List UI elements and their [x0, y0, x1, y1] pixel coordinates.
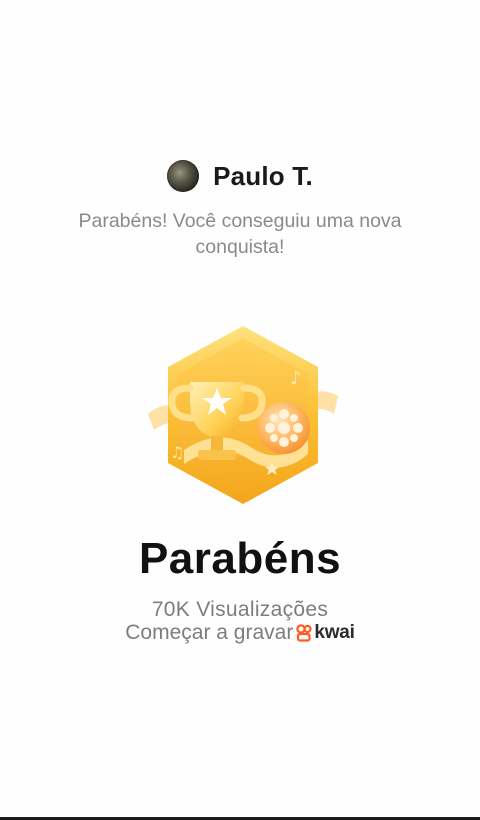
headline: Parabéns	[138, 534, 342, 583]
congrats-message: Parabéns! Você conseguiu uma nova conqui…	[78, 210, 402, 258]
kwai-mark-icon	[296, 624, 312, 642]
achievement-screen: Paulo T. Parabéns! Você conseguiu uma no…	[0, 0, 480, 820]
achievement-label: 70K Visualizações	[151, 598, 329, 621]
trophy-film-reel-badge-icon: ♪ ♫	[148, 326, 338, 504]
record-cta[interactable]: Começar a gravar kwai	[0, 620, 480, 646]
user-name: Paulo T.	[213, 160, 313, 191]
kwai-brand-text: kwai	[314, 622, 355, 643]
svg-text:♫: ♫	[170, 443, 184, 462]
avatar[interactable]	[167, 160, 200, 192]
user-header: Paulo T.	[0, 156, 480, 196]
kwai-logo: kwai	[296, 622, 355, 644]
record-cta-text: Começar a gravar	[125, 621, 294, 644]
svg-text:♪: ♪	[290, 368, 302, 389]
